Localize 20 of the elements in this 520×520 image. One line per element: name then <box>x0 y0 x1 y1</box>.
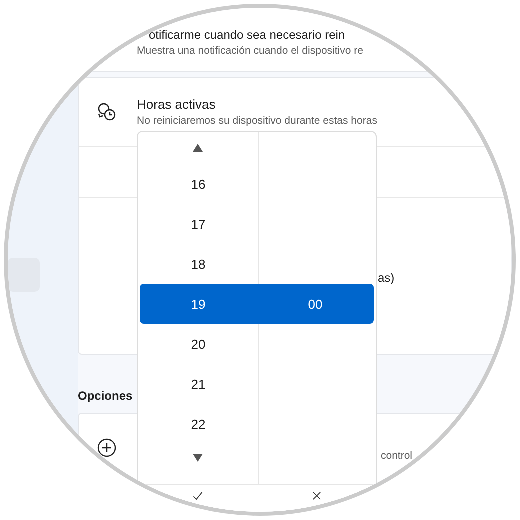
time-option[interactable]: 22 <box>140 404 374 444</box>
clock-icon <box>97 102 117 122</box>
setting-description: No reiniciaremos su dispositivo durante estas horas <box>137 115 378 127</box>
time-option[interactable]: 19 00 <box>140 284 374 324</box>
setting-description: Muestra una notificación cuando el dispositivo re <box>137 45 364 57</box>
scroll-down-icon[interactable] <box>193 454 203 462</box>
setting-title: Horas activas <box>137 97 217 112</box>
time-option[interactable]: 16 <box>140 164 374 204</box>
time-option[interactable]: 17 <box>140 204 374 244</box>
time-option[interactable]: 21 <box>140 364 374 404</box>
scroll-up-icon[interactable] <box>193 144 203 152</box>
time-option[interactable]: 20 <box>140 324 374 364</box>
accept-icon[interactable] <box>192 491 202 501</box>
section-heading: Opciones <box>78 389 133 403</box>
setting-title: otificarme cuando sea necesario rein <box>149 28 346 42</box>
setting-description: control <box>381 450 413 462</box>
add-icon <box>97 438 117 458</box>
close-icon[interactable] <box>312 491 322 501</box>
field-text: as) <box>378 271 395 285</box>
time-option[interactable]: 18 <box>140 244 374 284</box>
